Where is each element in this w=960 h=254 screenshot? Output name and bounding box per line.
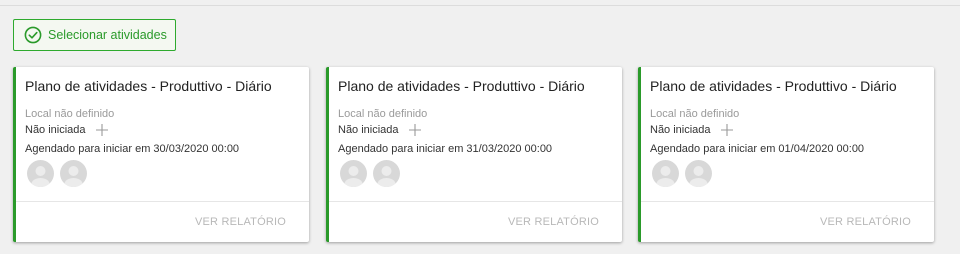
status-row: Não iniciada — [338, 123, 422, 137]
view-report-button[interactable]: VER RELATÓRIO — [508, 216, 599, 228]
avatar-group — [340, 160, 406, 187]
schedule-text: Agendado para iniciar em 30/03/2020 00:0… — [25, 143, 240, 155]
status-text: Não iniciada — [338, 124, 399, 136]
avatar[interactable] — [340, 160, 367, 187]
status-row: Não iniciada — [650, 123, 734, 137]
card-divider — [641, 201, 934, 202]
select-activities-button[interactable]: Selecionar atividades — [13, 19, 176, 51]
status-text: Não iniciada — [650, 124, 711, 136]
card-divider — [329, 201, 622, 202]
schedule-text: Agendado para iniciar em 31/03/2020 00:0… — [338, 143, 553, 155]
card-divider — [16, 201, 309, 202]
avatar[interactable] — [27, 160, 54, 187]
activity-card[interactable]: Plano de atividades - Produttivo - Diári… — [326, 67, 622, 242]
plus-icon[interactable] — [720, 123, 734, 137]
avatar[interactable] — [685, 160, 712, 187]
status-text: Não iniciada — [25, 124, 86, 136]
plus-icon[interactable] — [95, 123, 109, 137]
card-location: Local não definido — [650, 108, 740, 120]
avatar[interactable] — [373, 160, 400, 187]
plus-icon[interactable] — [408, 123, 422, 137]
view-report-button[interactable]: VER RELATÓRIO — [195, 216, 286, 228]
top-divider — [0, 5, 960, 6]
card-title: Plano de atividades - Produttivo - Diári… — [25, 78, 272, 94]
activity-card[interactable]: Plano de atividades - Produttivo - Diári… — [13, 67, 309, 242]
avatar-group — [27, 160, 93, 187]
card-title: Plano de atividades - Produttivo - Diári… — [650, 78, 897, 94]
avatar-group — [652, 160, 718, 187]
status-row: Não iniciada — [25, 123, 109, 137]
card-location: Local não definido — [25, 108, 115, 120]
card-location: Local não definido — [338, 108, 428, 120]
avatar[interactable] — [652, 160, 679, 187]
activity-card[interactable]: Plano de atividades - Produttivo - Diári… — [638, 67, 934, 242]
schedule-text: Agendado para iniciar em 01/04/2020 00:0… — [650, 143, 865, 155]
avatar[interactable] — [60, 160, 87, 187]
check-circle-icon — [24, 26, 42, 44]
card-title: Plano de atividades - Produttivo - Diári… — [338, 78, 585, 94]
select-activities-label: Selecionar atividades — [48, 28, 167, 42]
view-report-button[interactable]: VER RELATÓRIO — [820, 216, 911, 228]
